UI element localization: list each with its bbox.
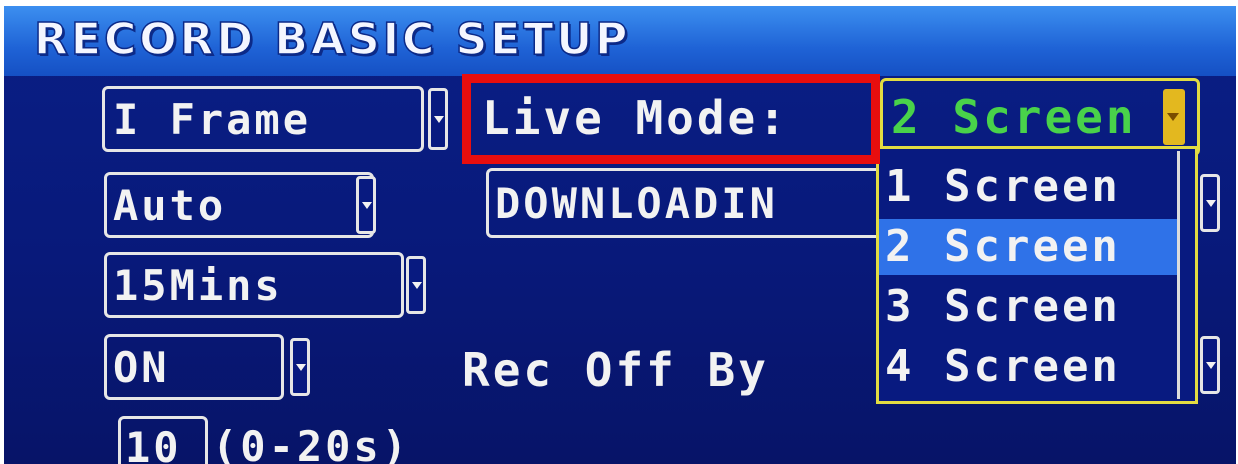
- dvr-screen: RECORD BASIC SETUP I Frame Live Mode: Au…: [4, 6, 1236, 464]
- dropdown-option-2-screen[interactable]: 2 Screen: [879, 219, 1179, 275]
- chevron-down-icon[interactable]: [1200, 336, 1220, 394]
- live-mode-dropdown[interactable]: 1 Screen 2 Screen 3 Screen 4 Screen: [876, 146, 1198, 404]
- auto-select[interactable]: Auto: [104, 172, 374, 238]
- dropdown-scrollbar[interactable]: [1177, 151, 1192, 399]
- chevron-down-icon[interactable]: [406, 256, 426, 314]
- title-bar: RECORD BASIC SETUP: [4, 6, 1236, 76]
- dropdown-option-4-screen[interactable]: 4 Screen: [879, 339, 1179, 395]
- seconds-input[interactable]: 10: [118, 416, 208, 464]
- downloading-field[interactable]: DOWNLOADIN: [486, 168, 906, 238]
- frame-select[interactable]: I Frame: [102, 86, 424, 152]
- seconds-value: 10: [125, 423, 182, 464]
- seconds-range: (0-20s): [212, 422, 411, 464]
- rec-off-by-label: Rec Off By: [462, 343, 769, 397]
- dropdown-option-3-screen[interactable]: 3 Screen: [879, 279, 1179, 335]
- duration-select[interactable]: 15Mins: [104, 252, 404, 318]
- auto-select-value: Auto: [113, 181, 227, 230]
- chevron-down-icon[interactable]: [1200, 174, 1220, 232]
- chevron-down-icon[interactable]: [428, 88, 448, 150]
- on-select-value: ON: [113, 343, 170, 392]
- on-select[interactable]: ON: [104, 334, 284, 400]
- chevron-down-icon[interactable]: [1163, 89, 1185, 145]
- annotation-highlight-box: [462, 74, 880, 164]
- page-title: RECORD BASIC SETUP: [33, 13, 631, 66]
- frame-select-value: I Frame: [113, 95, 312, 144]
- downloading-label: DOWNLOADIN: [495, 179, 778, 228]
- chevron-down-icon[interactable]: [356, 176, 376, 234]
- duration-select-value: 15Mins: [113, 261, 283, 310]
- dropdown-option-1-screen[interactable]: 1 Screen: [879, 159, 1179, 215]
- chevron-down-icon[interactable]: [290, 338, 310, 396]
- live-mode-select-value: 2 Screen: [891, 90, 1137, 144]
- live-mode-select[interactable]: 2 Screen: [880, 78, 1200, 156]
